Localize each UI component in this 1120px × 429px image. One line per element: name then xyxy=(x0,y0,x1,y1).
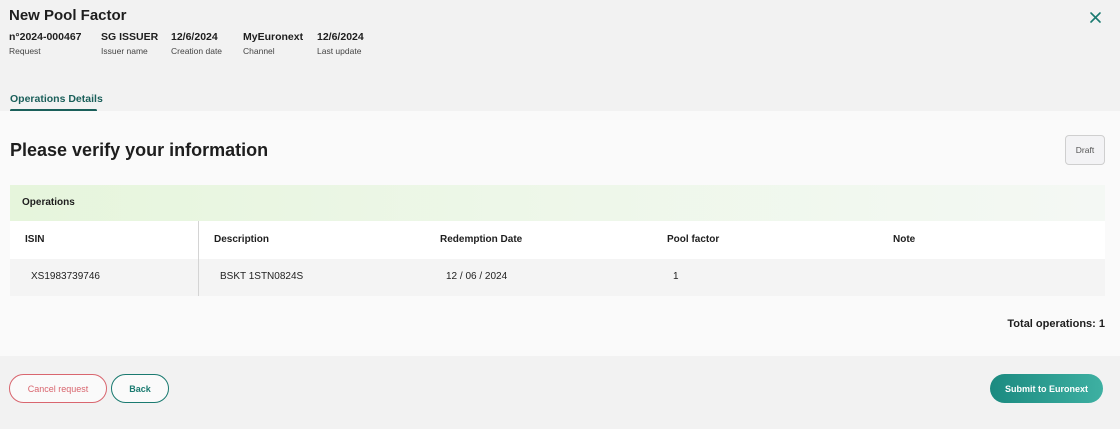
meta-last-update-label: Last update xyxy=(317,46,362,56)
close-icon[interactable] xyxy=(1088,10,1103,25)
meta-creation-date: 12/6/2024 Creation date xyxy=(171,31,222,58)
cell-isin: XS1983739746 xyxy=(31,271,100,282)
operations-panel: Please verify your information Draft Ope… xyxy=(0,111,1120,356)
meta-request-label: Request xyxy=(9,46,41,56)
meta-channel-value: MyEuronext xyxy=(243,31,304,43)
meta-channel: MyEuronext Channel xyxy=(243,31,303,58)
col-isin: ISIN xyxy=(25,234,45,245)
cell-pool-factor: 1 xyxy=(673,271,679,282)
cell-description: BSKT 1STN0824S xyxy=(220,271,304,282)
meta-issuer-label: Issuer name xyxy=(101,46,148,56)
table-row: XS1983739746 BSKT 1STN0824S 12 / 06 / 20… xyxy=(10,259,1105,296)
operations-section-header: Operations xyxy=(10,185,1105,221)
table-header-row: ISIN Description Redemption Date Pool fa… xyxy=(10,221,1105,259)
meta-issuer-value: SG ISSUER xyxy=(101,31,159,43)
submit-to-euronext-button[interactable]: Submit to Euronext xyxy=(990,374,1103,403)
total-operations: Total operations: 1 xyxy=(1007,318,1105,330)
meta-last-update: 12/6/2024 Last update xyxy=(317,31,364,58)
col-pool-factor: Pool factor xyxy=(667,234,720,245)
cancel-request-button[interactable]: Cancel request xyxy=(9,374,107,403)
meta-request: n°2024-000467 Request xyxy=(9,31,82,58)
isin-column-divider xyxy=(198,221,199,296)
back-button[interactable]: Back xyxy=(111,374,169,403)
cell-redemption-date: 12 / 06 / 2024 xyxy=(446,271,508,282)
draft-button[interactable]: Draft xyxy=(1065,135,1105,165)
tab-operations-details[interactable]: Operations Details xyxy=(10,93,103,105)
meta-issuer: SG ISSUER Issuer name xyxy=(101,31,158,58)
meta-channel-label: Channel xyxy=(243,46,275,56)
col-redemption-date: Redemption Date xyxy=(440,234,523,245)
meta-creation-date-value: 12/6/2024 xyxy=(171,31,218,43)
page-title: New Pool Factor xyxy=(9,7,127,24)
verify-heading: Please verify your information xyxy=(10,140,269,160)
meta-last-update-value: 12/6/2024 xyxy=(317,31,364,43)
operations-table: ISIN Description Redemption Date Pool fa… xyxy=(10,221,1105,296)
col-note: Note xyxy=(893,234,916,245)
meta-request-value: n°2024-000467 xyxy=(9,31,82,43)
meta-creation-date-label: Creation date xyxy=(171,46,223,56)
col-description: Description xyxy=(214,234,270,245)
